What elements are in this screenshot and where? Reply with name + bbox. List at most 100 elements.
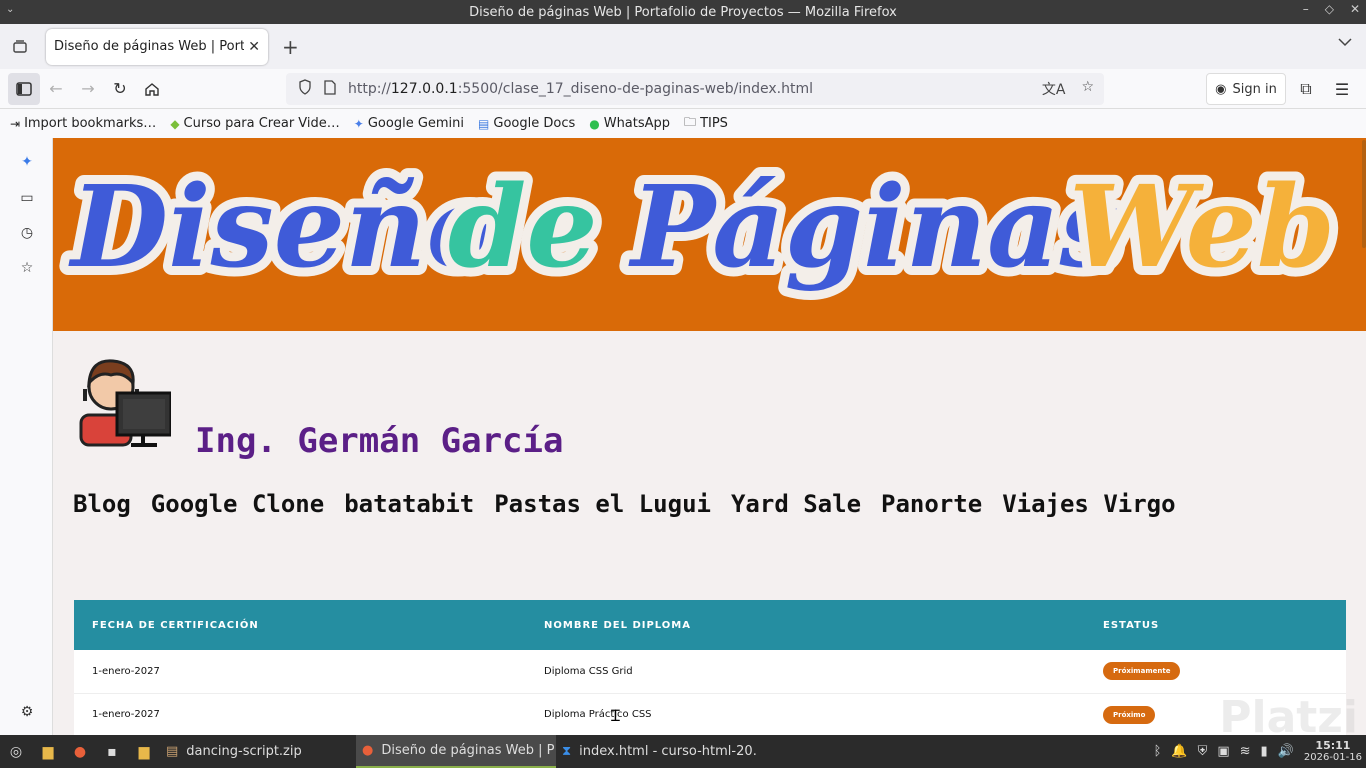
sidebar-icon <box>16 81 32 96</box>
tab-active[interactable]: Diseño de páginas Web | Portafolio de Pr… <box>46 28 268 65</box>
restore-button[interactable]: ◇ <box>1325 2 1334 16</box>
bookmark-docs[interactable]: ▤ Google Docs <box>478 116 575 131</box>
bookmark-label: WhatsApp <box>603 116 671 131</box>
battery-icon[interactable]: ▮ <box>1261 744 1268 759</box>
column-header: NOMBRE DEL DIPLOMA <box>544 619 691 631</box>
navigation-toolbar: ← → ↻ http://127.0.0.1:5500/clase_17_dis… <box>0 69 1366 109</box>
folder-launcher-icon[interactable]: ▆ <box>128 735 160 768</box>
bookmark-label: TIPS <box>700 116 728 131</box>
status-badge: Próximo <box>1103 705 1156 724</box>
tab-overview-button[interactable] <box>0 39 40 55</box>
sidebar-toggle-button[interactable] <box>8 72 40 105</box>
bookmark-course[interactable]: ◆ Curso para Crear Vide… <box>170 116 339 131</box>
header-banner: Diseño de Páginas Web <box>53 138 1366 331</box>
extensions-button[interactable]: ⧉ <box>1290 73 1322 105</box>
shield-icon[interactable] <box>298 79 312 99</box>
puzzle-icon: ⧉ <box>1300 79 1312 98</box>
bookmarks-icon[interactable]: ☆ <box>17 258 37 278</box>
task-vscode[interactable]: ⧗ index.html - curso-html-20… <box>556 735 756 768</box>
files-launcher-icon[interactable]: ▆ <box>32 735 64 768</box>
person-name: Ing. Germán García <box>195 421 564 461</box>
terminal-launcher-icon[interactable]: ▪ <box>96 735 128 768</box>
history-icon[interactable]: ◷ <box>17 223 37 243</box>
bluetooth-icon[interactable]: ᛒ <box>1154 744 1162 759</box>
notifications-icon[interactable]: 🔔 <box>1171 744 1187 759</box>
nav-link-pastas-el-lugui[interactable]: Pastas el Lugui <box>494 490 711 518</box>
account-icon: ◉ <box>1215 81 1227 97</box>
clock[interactable]: 15:11 2026-01-16 <box>1304 738 1362 764</box>
volume-icon[interactable]: 🔊 <box>1278 744 1294 759</box>
bookmark-gemini[interactable]: ✦ Google Gemini <box>354 116 464 131</box>
url-path: :5500/clase_17_diseno-de-paginas-web/ind… <box>457 81 813 97</box>
app-menu-button[interactable]: ☰ <box>1326 73 1358 105</box>
clock-time: 15:11 <box>1315 738 1351 752</box>
new-tab-button[interactable]: + <box>282 35 299 59</box>
task-label: dancing-script.zip <box>186 744 302 759</box>
bookmark-star-icon[interactable]: ☆ <box>1081 79 1094 99</box>
import-icon: ⇥ <box>10 116 21 131</box>
reload-button[interactable]: ↻ <box>104 73 136 105</box>
table-row: 1-enero-2027 Diploma Práctico CSS Próxim… <box>74 693 1346 735</box>
banner-word-1: Diseño <box>68 162 501 293</box>
clipboard-icon[interactable]: ▣ <box>1217 744 1229 759</box>
nav-link-blog[interactable]: Blog <box>73 490 131 518</box>
url-host: 127.0.0.1 <box>390 81 458 97</box>
firefox-launcher-icon[interactable]: ● <box>64 735 96 768</box>
wifi-icon[interactable]: ≋ <box>1240 744 1251 759</box>
whatsapp-icon: ● <box>589 116 600 131</box>
forward-button[interactable]: → <box>72 73 104 105</box>
cell-fecha: 1-enero-2027 <box>74 693 526 735</box>
platzi-watermark: Platzi <box>1219 692 1358 735</box>
archive-icon: ▤ <box>166 744 179 759</box>
banner-word-3: Páginas <box>628 162 1123 293</box>
url-prefix: http:// <box>348 81 391 97</box>
nav-link-yard-sale[interactable]: Yard Sale <box>731 490 861 518</box>
browser-sidebar: ✦ ▭ ◷ ☆ ⚙ <box>0 138 53 735</box>
vscode-icon: ⧗ <box>562 744 572 759</box>
nav-link-google-clone[interactable]: Google Clone <box>151 490 324 518</box>
customize-sidebar-icon[interactable]: ⚙ <box>17 702 37 722</box>
page-icon[interactable] <box>324 79 336 99</box>
close-window-button[interactable]: ✕ <box>1350 2 1360 16</box>
minimize-button[interactable]: – <box>1303 2 1309 16</box>
web-page: Diseño de Páginas Web Ing. Germán García… <box>53 138 1366 735</box>
translate-icon[interactable]: 文A <box>1042 79 1066 99</box>
bookmark-whatsapp[interactable]: ● WhatsApp <box>589 116 670 131</box>
task-label: Diseño de páginas Web | P… <box>381 743 556 758</box>
task-label: index.html - curso-html-20… <box>579 744 756 759</box>
bookmark-tips[interactable]: 🗀 TIPS <box>684 113 728 134</box>
cell-fecha: 1-enero-2027 <box>74 650 526 694</box>
bookmark-label: Import bookmarks… <box>24 116 157 131</box>
home-button[interactable] <box>136 73 168 105</box>
cell-diploma: Diploma CSS Grid <box>526 650 1085 694</box>
sign-in-button[interactable]: ◉ Sign in <box>1206 73 1286 105</box>
bookmark-label: Curso para Crear Vide… <box>183 116 340 131</box>
bookmark-import[interactable]: ⇥ Import bookmarks… <box>10 116 156 131</box>
column-header: FECHA DE CERTIFICACIÓN <box>92 619 259 631</box>
course-icon: ◆ <box>170 116 180 131</box>
security-shield-icon[interactable]: ⛨ <box>1198 744 1208 759</box>
close-tab-icon[interactable]: ✕ <box>248 39 260 55</box>
ai-chat-icon[interactable]: ✦ <box>17 152 37 172</box>
window-titlebar: ⌄ Diseño de páginas Web | Portafolio de … <box>0 0 1366 24</box>
nav-link-panorte[interactable]: Panorte <box>881 490 982 518</box>
list-all-tabs-icon[interactable] <box>1338 36 1352 51</box>
synced-tabs-icon[interactable]: ▭ <box>17 188 37 208</box>
page-scrollbar[interactable] <box>1362 140 1366 248</box>
task-firefox[interactable]: ● Diseño de páginas Web | P… <box>356 735 556 768</box>
back-arrow-icon: ← <box>49 79 63 98</box>
back-button[interactable]: ← <box>40 73 72 105</box>
bookmark-label: Google Docs <box>493 116 576 131</box>
home-icon <box>145 82 159 96</box>
cell-estatus: Próximamente <box>1085 650 1346 694</box>
window-menu-icon[interactable]: ⌄ <box>6 4 14 15</box>
start-menu-icon[interactable]: ◎ <box>0 735 32 768</box>
tab-overview-icon <box>13 39 27 53</box>
nav-link-batatabit[interactable]: batatabit <box>344 490 474 518</box>
url-bar[interactable]: http://127.0.0.1:5500/clase_17_diseno-de… <box>286 73 1104 105</box>
firefox-icon: ● <box>362 743 374 758</box>
projects-nav: Blog Google Clone batatabit Pastas el Lu… <box>73 490 1176 518</box>
nav-link-viajes-virgo[interactable]: Viajes Virgo <box>1002 490 1175 518</box>
taskbar: ◎ ▆ ● ▪ ▆ ▤ dancing-script.zip ● Diseño … <box>0 735 1366 768</box>
task-dancing-script[interactable]: ▤ dancing-script.zip <box>160 735 356 768</box>
